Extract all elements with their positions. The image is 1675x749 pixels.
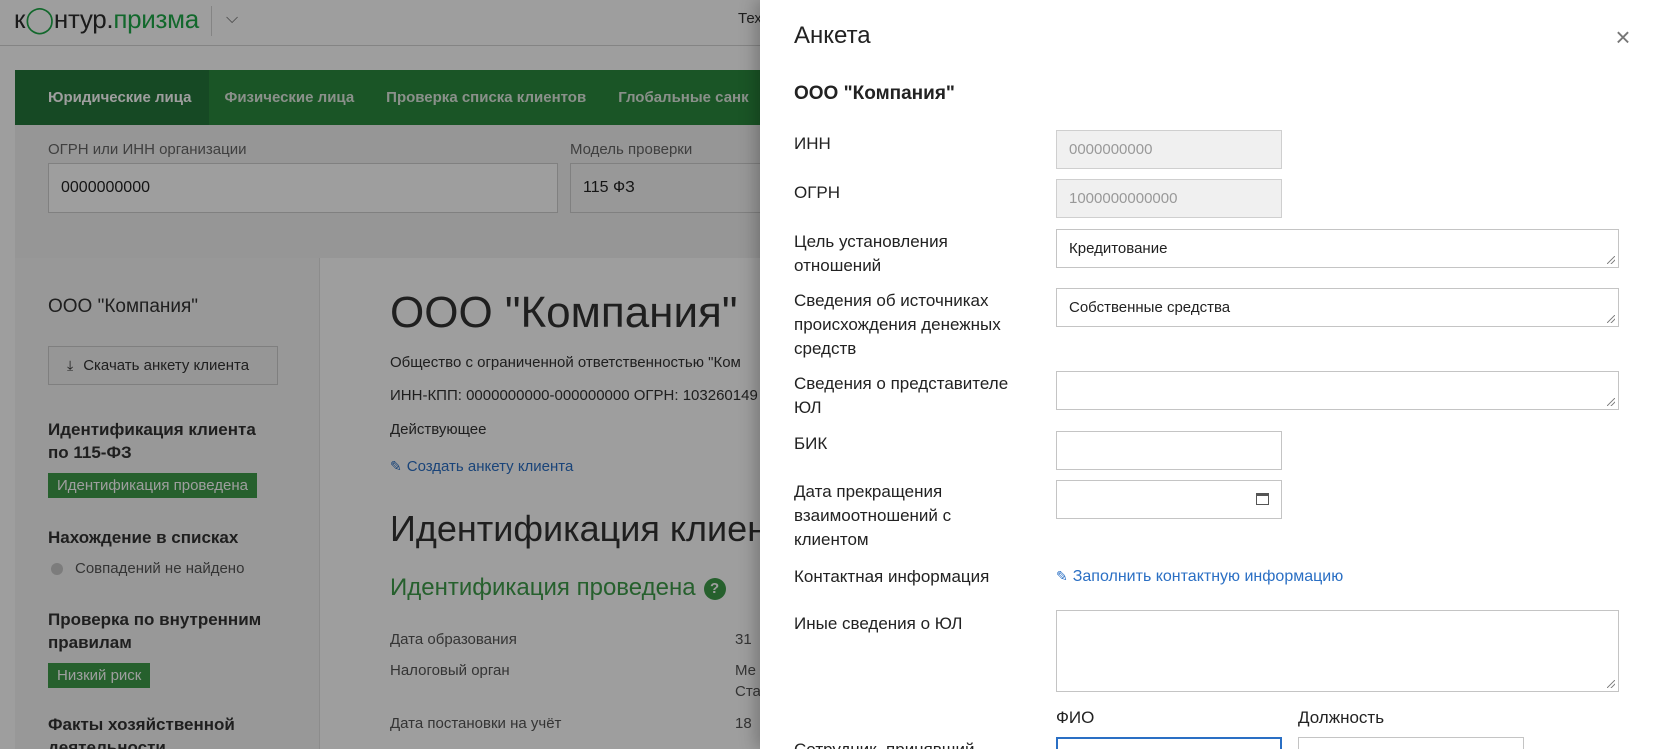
funds-source-label: Сведения об источниках происхождения ден…: [794, 291, 1001, 358]
staff-position-input[interactable]: [1298, 737, 1524, 749]
panel-company-name: ООО "Компания": [794, 83, 955, 104]
end-date-label: Дата прекращения взаимоотношений с клиен…: [794, 482, 952, 549]
end-date-input[interactable]: [1056, 480, 1282, 519]
representative-label: Сведения о представителе ЮЛ: [794, 374, 1009, 417]
pencil-icon: ✎: [1056, 568, 1068, 584]
other-info-label: Иные сведения о ЮЛ: [794, 614, 963, 633]
screen: к◯нтур.призма ⌵ Тех Юридические лица Физ…: [0, 0, 1675, 749]
inn-label: ИНН: [794, 134, 831, 153]
fill-contact-link-label: Заполнить контактную информацию: [1072, 568, 1344, 585]
contact-info-label: Контактная информация: [794, 567, 990, 586]
bik-input[interactable]: [1056, 431, 1282, 470]
purpose-textarea[interactable]: Кредитование: [1056, 229, 1619, 268]
staff-label: Сотрудник, принявший: [794, 738, 1054, 749]
calendar-icon[interactable]: [1256, 493, 1269, 505]
panel-title: Анкета: [794, 22, 871, 49]
bik-label: БИК: [794, 434, 828, 453]
ogrn-label: ОГРН: [794, 183, 841, 202]
funds-source-textarea[interactable]: Собственные средства: [1056, 288, 1619, 327]
other-info-textarea[interactable]: [1056, 610, 1619, 692]
close-icon[interactable]: ×: [1608, 22, 1638, 52]
fill-contact-info-link[interactable]: ✎ Заполнить контактную информацию: [1056, 568, 1343, 586]
representative-textarea[interactable]: [1056, 371, 1619, 410]
staff-fio-input[interactable]: [1056, 737, 1282, 749]
purpose-label: Цель установления отношений: [794, 232, 948, 275]
fio-column-header: ФИО: [1056, 708, 1095, 727]
ogrn-input[interactable]: 1000000000000: [1056, 179, 1282, 218]
questionnaire-panel: Анкета × ООО "Компания" ИНН 0000000000 О…: [760, 0, 1675, 749]
position-column-header: Должность: [1298, 708, 1385, 727]
inn-input[interactable]: 0000000000: [1056, 130, 1282, 169]
